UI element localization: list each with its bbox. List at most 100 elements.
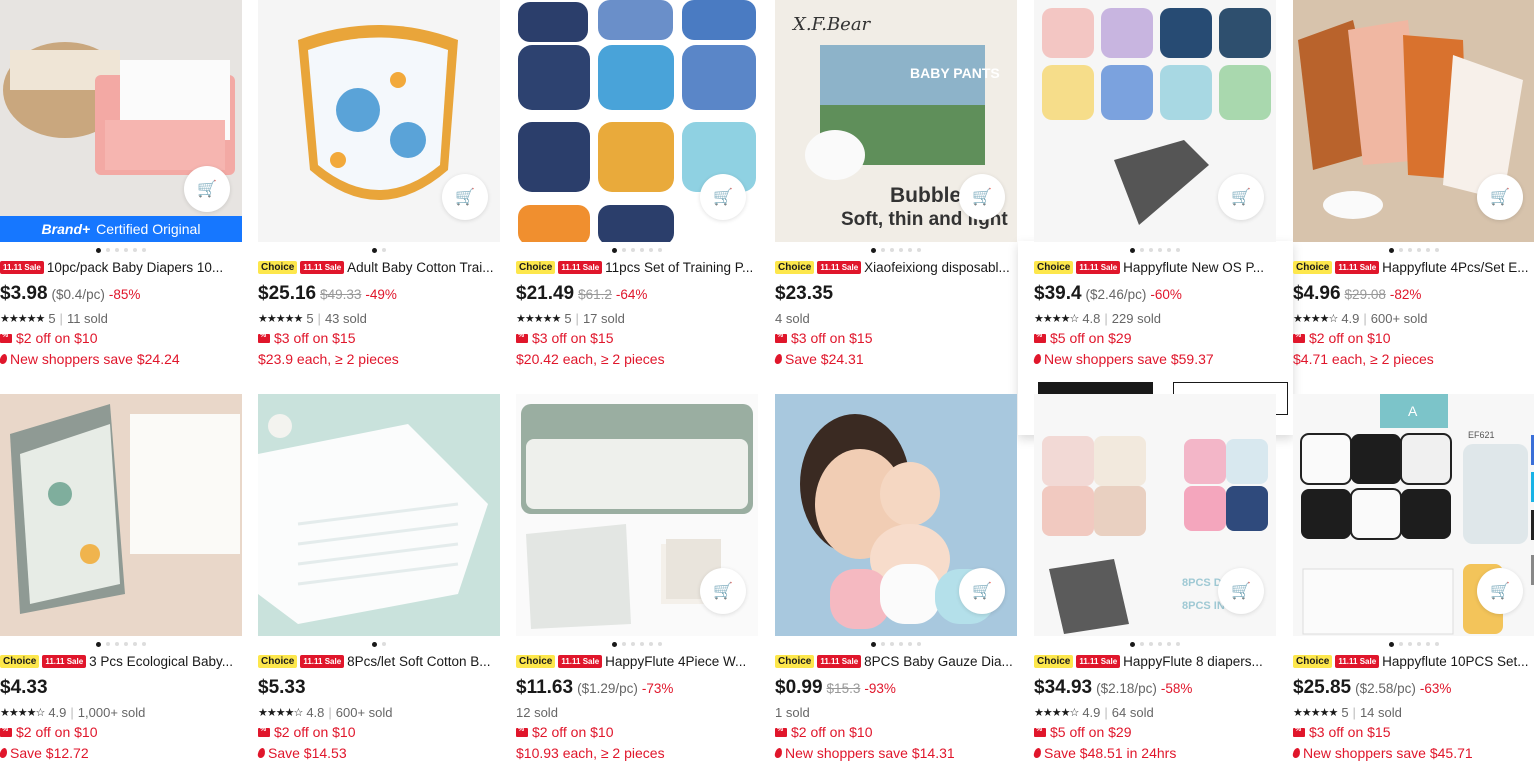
carousel-dot[interactable]	[612, 247, 617, 253]
carousel-dot[interactable]	[115, 642, 119, 646]
carousel-dot[interactable]	[899, 248, 903, 252]
carousel-dot[interactable]	[917, 642, 921, 646]
carousel-dot[interactable]	[649, 248, 653, 252]
carousel-dot[interactable]	[631, 642, 635, 646]
carousel-dot[interactable]	[382, 248, 386, 252]
add-to-cart-button[interactable]: 🛒	[1218, 568, 1264, 614]
image-carousel-dots[interactable]	[1034, 242, 1276, 258]
product-title[interactable]: Choice 11.11 Sale Happyflute 10PCS Set...	[1293, 652, 1534, 671]
carousel-dot[interactable]	[1426, 642, 1430, 646]
product-card[interactable]: 🛒 Choice 11.11 Sale 8PCS Baby Gauze Dia...…	[774, 394, 1017, 763]
carousel-dot[interactable]	[1399, 248, 1403, 252]
carousel-dot[interactable]	[908, 248, 912, 252]
carousel-dot[interactable]	[871, 247, 876, 253]
product-card[interactable]: A EF621 🛒 Choice 11.11 Sale Happyflute 10PC…	[1292, 394, 1534, 763]
carousel-dot[interactable]	[1167, 248, 1171, 252]
product-card[interactable]: X.F.Bear BABY PANTS Bubble Soft, thin and l…	[774, 0, 1017, 369]
carousel-dot[interactable]	[1158, 248, 1162, 252]
product-title[interactable]: Choice 11.11 Sale 11pcs Set of Training P.…	[516, 258, 758, 277]
product-title[interactable]: 11.11 Sale 10pc/pack Baby Diapers 10...	[0, 258, 242, 277]
carousel-dot[interactable]	[1176, 642, 1180, 646]
image-carousel-dots[interactable]	[516, 242, 758, 258]
product-card[interactable]: 🛒 Choice 11.11 Sale 11pcs Set of Training …	[516, 0, 758, 369]
product-title[interactable]: Choice 11.11 Sale Xiaofeixiong disposabl..…	[775, 258, 1017, 277]
product-card[interactable]: Choice 11.11 Sale 3 Pcs Ecological Baby...…	[0, 394, 242, 763]
carousel-dot[interactable]	[622, 642, 626, 646]
image-carousel-dots[interactable]	[258, 242, 500, 258]
add-to-cart-button[interactable]: 🛒	[442, 174, 488, 220]
add-to-cart-button[interactable]: 🛒	[1477, 174, 1523, 220]
product-image[interactable]: Brand+ Certified Original 🛒	[0, 0, 242, 242]
carousel-dot[interactable]	[649, 642, 653, 646]
carousel-dot[interactable]	[96, 247, 101, 253]
product-title[interactable]: Choice 11.11 Sale Happyflute New OS P...	[1034, 258, 1276, 277]
carousel-dot[interactable]	[631, 248, 635, 252]
product-card[interactable]: 🛒 Choice 11.11 Sale Happyflute 4Pcs/Set E.…	[1293, 0, 1534, 369]
product-title[interactable]: Choice 11.11 Sale 3 Pcs Ecological Baby...	[0, 652, 242, 671]
carousel-dot[interactable]	[1176, 248, 1180, 252]
carousel-dot[interactable]	[124, 248, 128, 252]
carousel-dot[interactable]	[115, 248, 119, 252]
image-carousel-dots[interactable]	[258, 636, 500, 652]
product-image[interactable]: 🛒	[516, 0, 758, 242]
carousel-dot[interactable]	[881, 642, 885, 646]
carousel-dot[interactable]	[106, 642, 110, 646]
carousel-dot[interactable]	[1130, 247, 1135, 253]
product-image[interactable]: 8PCS D 8PCS IN 🛒	[1034, 394, 1276, 636]
carousel-dot[interactable]	[890, 642, 894, 646]
product-title[interactable]: Choice 11.11 Sale Adult Baby Cotton Trai..…	[258, 258, 500, 277]
product-image[interactable]: 🛒	[516, 394, 758, 636]
product-image[interactable]: 🛒	[775, 394, 1017, 636]
product-image[interactable]: 🛒	[1034, 0, 1276, 242]
carousel-dot[interactable]	[1140, 642, 1144, 646]
add-to-cart-button[interactable]: 🛒	[959, 174, 1005, 220]
add-to-cart-button[interactable]: 🛒	[959, 568, 1005, 614]
carousel-dot[interactable]	[1435, 248, 1439, 252]
carousel-dot[interactable]	[142, 248, 146, 252]
add-to-cart-button[interactable]: 🛒	[1218, 174, 1264, 220]
carousel-dot[interactable]	[1408, 248, 1412, 252]
image-carousel-dots[interactable]	[1293, 242, 1534, 258]
carousel-dot[interactable]	[133, 248, 137, 252]
product-image[interactable]: X.F.Bear BABY PANTS Bubble Soft, thin and l…	[775, 0, 1017, 242]
carousel-dot[interactable]	[1399, 642, 1403, 646]
carousel-dot[interactable]	[612, 641, 617, 647]
carousel-dot[interactable]	[106, 248, 110, 252]
product-card[interactable]: 🛒 Choice 11.11 Sale HappyFlute 4Piece W...…	[516, 394, 758, 763]
product-title[interactable]: Choice 11.11 Sale 8PCS Baby Gauze Dia...	[775, 652, 1017, 671]
product-image[interactable]: 🛒	[258, 0, 500, 242]
carousel-dot[interactable]	[622, 248, 626, 252]
carousel-dot[interactable]	[1389, 247, 1394, 253]
add-to-cart-button[interactable]: 🛒	[184, 166, 230, 212]
carousel-dot[interactable]	[881, 248, 885, 252]
carousel-dot[interactable]	[908, 642, 912, 646]
product-image[interactable]: A EF621 🛒	[1293, 394, 1534, 636]
carousel-dot[interactable]	[658, 642, 662, 646]
image-carousel-dots[interactable]	[1293, 636, 1534, 652]
image-carousel-dots[interactable]	[0, 636, 242, 652]
carousel-dot[interactable]	[124, 642, 128, 646]
carousel-dot[interactable]	[1417, 642, 1421, 646]
carousel-dot[interactable]	[1167, 642, 1171, 646]
carousel-dot[interactable]	[871, 641, 876, 647]
carousel-dot[interactable]	[372, 641, 377, 647]
product-image[interactable]	[258, 394, 500, 636]
product-card[interactable]: 🛒 Choice 11.11 Sale Adult Baby Cotton Trai…	[258, 0, 500, 369]
product-card[interactable]: Brand+ Certified Original 🛒 11.11 Sale 10p…	[0, 0, 242, 369]
product-title[interactable]: Choice 11.11 Sale 8Pcs/let Soft Cotton B..…	[258, 652, 500, 671]
carousel-dot[interactable]	[382, 642, 386, 646]
image-carousel-dots[interactable]	[516, 636, 758, 652]
product-title[interactable]: Choice 11.11 Sale Happyflute 4Pcs/Set E...	[1293, 258, 1534, 277]
carousel-dot[interactable]	[1158, 642, 1162, 646]
image-carousel-dots[interactable]	[775, 636, 1017, 652]
carousel-dot[interactable]	[1435, 642, 1439, 646]
carousel-dot[interactable]	[372, 247, 377, 253]
product-image[interactable]: 🛒	[1293, 0, 1534, 242]
carousel-dot[interactable]	[1408, 642, 1412, 646]
carousel-dot[interactable]	[96, 641, 101, 647]
carousel-dot[interactable]	[1149, 642, 1153, 646]
carousel-dot[interactable]	[658, 248, 662, 252]
product-image[interactable]	[0, 394, 242, 636]
product-title[interactable]: Choice 11.11 Sale HappyFlute 4Piece W...	[516, 652, 758, 671]
carousel-dot[interactable]	[640, 248, 644, 252]
